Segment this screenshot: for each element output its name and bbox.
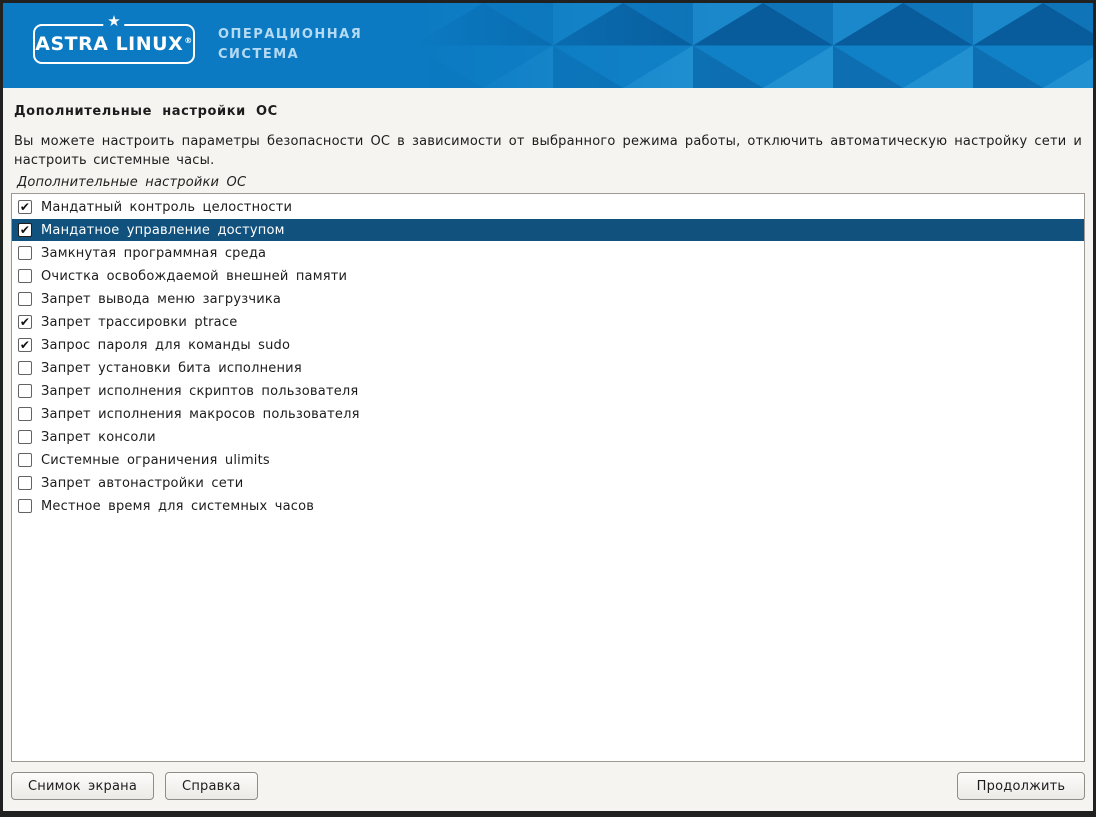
logo-text: ASTRA LINUX® — [35, 33, 192, 55]
option-row[interactable]: Местное время для системных часов — [12, 495, 1084, 517]
header-geometric-pattern — [413, 3, 1093, 88]
option-label: Мандатное управление доступом — [41, 223, 285, 238]
option-label: Запрет исполнения скриптов пользователя — [41, 384, 358, 399]
option-label: Мандатный контроль целостности — [41, 200, 292, 215]
option-label: Запрет вывода меню загрузчика — [41, 292, 281, 307]
checkbox-unchecked-icon[interactable] — [18, 476, 32, 490]
page-description: Вы можете настроить параметры безопаснос… — [14, 132, 1082, 170]
option-label: Местное время для системных часов — [41, 499, 314, 514]
astra-linux-logo: ★ ASTRA LINUX® — [33, 24, 195, 64]
option-row[interactable]: Запрет консоли — [12, 426, 1084, 448]
brand-line-1: ОПЕРАЦИОННАЯ — [218, 25, 362, 45]
option-label: Запрет автонастройки сети — [41, 476, 243, 491]
option-label: Замкнутая программная среда — [41, 246, 266, 261]
registered-mark: ® — [184, 36, 193, 45]
option-label: Запрет трассировки ptrace — [41, 315, 237, 330]
option-row[interactable]: Запрет установки бита исполнения — [12, 357, 1084, 379]
checkbox-unchecked-icon[interactable] — [18, 292, 32, 306]
star-icon: ★ — [103, 13, 124, 30]
option-row[interactable]: Системные ограничения ulimits — [12, 449, 1084, 471]
options-list: ✔ Мандатный контроль целостности ✔ Мандатно… — [11, 193, 1085, 762]
option-row[interactable]: ✔ Запрос пароля для команды sudo — [12, 334, 1084, 356]
option-row[interactable]: Очистка освобождаемой внешней памяти — [12, 265, 1084, 287]
checkbox-unchecked-icon[interactable] — [18, 453, 32, 467]
brand-line-2: СИСТЕМА — [218, 45, 362, 65]
option-row[interactable]: Запрет автонастройки сети — [12, 472, 1084, 494]
option-label: Запрет исполнения макросов пользователя — [41, 407, 360, 422]
checkbox-unchecked-icon[interactable] — [18, 361, 32, 375]
checkbox-unchecked-icon[interactable] — [18, 407, 32, 421]
button-bar: Снимок экрана Справка Продолжить — [11, 772, 1085, 800]
option-row[interactable]: Запрет исполнения макросов пользователя — [12, 403, 1084, 425]
option-label: Очистка освобождаемой внешней памяти — [41, 269, 347, 284]
option-row[interactable]: Запрет вывода меню загрузчика — [12, 288, 1084, 310]
checkbox-unchecked-icon[interactable] — [18, 246, 32, 260]
option-label: Запрет установки бита исполнения — [41, 361, 302, 376]
option-label: Запрос пароля для команды sudo — [41, 338, 290, 353]
help-button[interactable]: Справка — [165, 772, 258, 800]
option-row[interactable]: ✔ Мандатный контроль целостности — [12, 196, 1084, 218]
option-row[interactable]: ✔ Мандатное управление доступом — [12, 219, 1084, 241]
header-banner: ★ ASTRA LINUX® ОПЕРАЦИОННАЯ СИСТЕМА — [3, 3, 1093, 88]
screenshot-button[interactable]: Снимок экрана — [11, 772, 154, 800]
checkbox-checked-icon[interactable]: ✔ — [18, 200, 32, 214]
option-row[interactable]: Запрет исполнения скриптов пользователя — [12, 380, 1084, 402]
page-title: Дополнительные настройки ОС — [14, 104, 1082, 119]
checkbox-unchecked-icon[interactable] — [18, 430, 32, 444]
option-label: Запрет консоли — [41, 430, 156, 445]
installer-window: ★ ASTRA LINUX® ОПЕРАЦИОННАЯ СИСТЕМА Допо… — [0, 0, 1096, 817]
checkbox-checked-icon[interactable]: ✔ — [18, 338, 32, 352]
option-row[interactable]: ✔ Запрет трассировки ptrace — [12, 311, 1084, 333]
checkbox-checked-icon[interactable]: ✔ — [18, 223, 32, 237]
checkbox-unchecked-icon[interactable] — [18, 499, 32, 513]
continue-button[interactable]: Продолжить — [957, 772, 1085, 800]
checkbox-checked-icon[interactable]: ✔ — [18, 315, 32, 329]
checkbox-unchecked-icon[interactable] — [18, 269, 32, 283]
option-label: Системные ограничения ulimits — [41, 453, 270, 468]
checkbox-unchecked-icon[interactable] — [18, 384, 32, 398]
brand-caption: ОПЕРАЦИОННАЯ СИСТЕМА — [218, 25, 362, 65]
page-subtitle: Дополнительные настройки ОС — [17, 175, 1082, 190]
option-row[interactable]: Замкнутая программная среда — [12, 242, 1084, 264]
